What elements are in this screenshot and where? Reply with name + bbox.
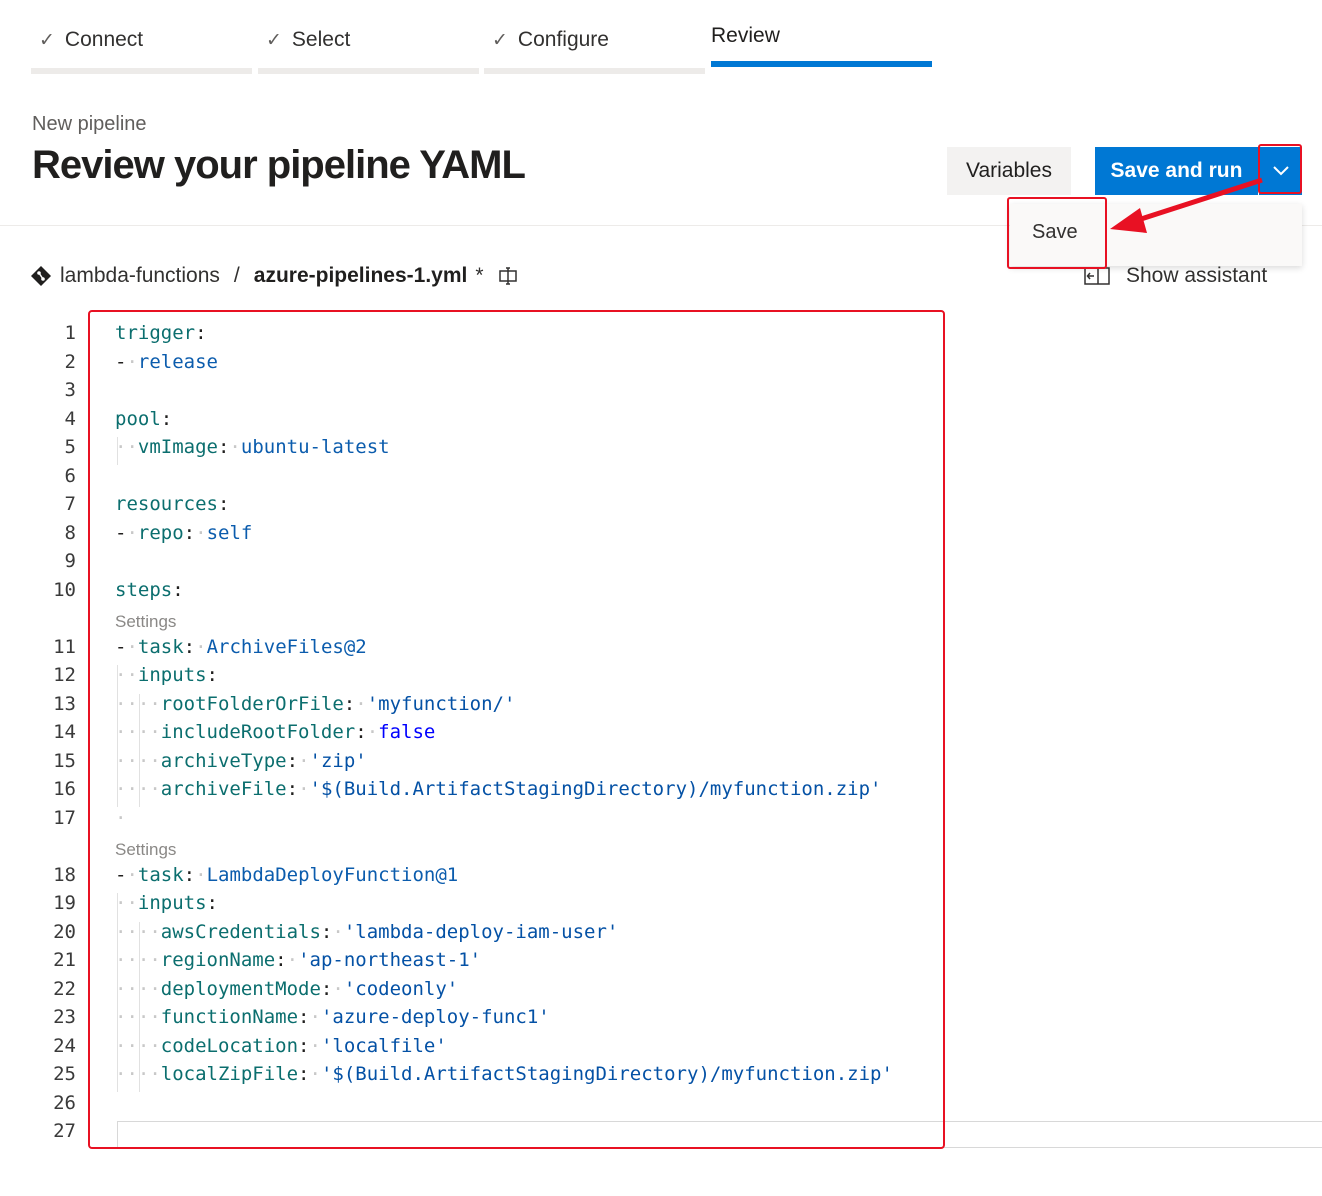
wizard-steps: ✓ Connect ✓ Select ✓ Configure Review — [31, 0, 933, 80]
variables-button[interactable]: Variables — [947, 147, 1071, 195]
step-active-bar — [711, 61, 932, 67]
step-select[interactable]: ✓ Select — [258, 0, 479, 76]
path-separator: / — [233, 264, 240, 287]
step-configure[interactable]: ✓ Configure — [484, 0, 705, 76]
step-progress-bar — [484, 68, 705, 74]
chevron-down-icon — [1272, 166, 1289, 176]
current-line-highlight — [117, 1121, 1322, 1148]
rename-icon[interactable] — [498, 266, 518, 286]
save-options-dropdown-button[interactable] — [1259, 147, 1302, 195]
assistant-panel-icon — [1084, 266, 1110, 286]
check-icon: ✓ — [492, 29, 508, 51]
file-name: azure-pipelines-1.yml — [253, 264, 468, 287]
step-progress-bar — [31, 68, 252, 74]
codelens-settings-link[interactable]: Settings — [115, 840, 176, 860]
step-label: Review — [711, 24, 780, 47]
step-progress-bar — [258, 68, 479, 74]
page-subtitle: New pipeline — [32, 113, 147, 135]
git-diamond-icon — [30, 265, 52, 287]
show-assistant-button[interactable]: Show assistant — [1084, 262, 1267, 290]
menu-item-save[interactable]: Save — [1032, 221, 1078, 244]
step-label: Configure — [517, 28, 609, 51]
check-icon: ✓ — [266, 29, 282, 51]
show-assistant-label: Show assistant — [1126, 264, 1268, 287]
codelens-settings-link[interactable]: Settings — [115, 612, 176, 632]
step-label: Connect — [64, 28, 144, 51]
save-and-run-button[interactable]: Save and run — [1095, 147, 1258, 195]
page-title: Review your pipeline YAML — [32, 143, 526, 187]
step-label: Select — [291, 28, 351, 51]
step-connect[interactable]: ✓ Connect — [31, 0, 252, 76]
step-review[interactable]: Review — [711, 0, 932, 76]
repo-name-link[interactable]: lambda-functions — [60, 264, 220, 288]
save-dropdown-menu: Save — [1010, 204, 1302, 266]
file-path-breadcrumb: lambda-functions / azure-pipelines-1.yml… — [30, 262, 518, 290]
check-icon: ✓ — [39, 29, 55, 51]
modified-marker: * — [475, 264, 484, 287]
